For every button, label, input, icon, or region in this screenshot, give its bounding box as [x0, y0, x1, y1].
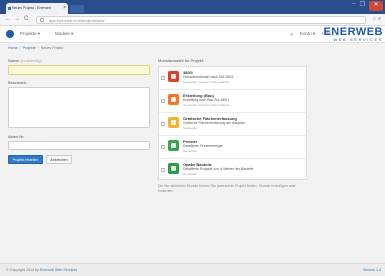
breadcrumb-home[interactable]: Home: [8, 46, 18, 50]
maximize-button[interactable]: ❐: [360, 1, 365, 11]
module-checkbox[interactable]: [161, 76, 165, 80]
footer-copyright: © Copyright 2014 by Enerweb Web Services: [6, 268, 78, 272]
file-number-label: Akten Nr.: [8, 134, 25, 139]
settings-icon[interactable]: ⚙: [290, 32, 294, 37]
window-icon: [168, 140, 179, 151]
footer-version[interactable]: Version 1.4: [363, 268, 381, 272]
brand-logo: ENERWEB WEB SERVICES: [323, 26, 383, 43]
breadcrumb-current: Neues Projekt: [40, 46, 64, 50]
modules-title: Modulauswahl für Projekt:: [158, 58, 205, 63]
breadcrumb-projects[interactable]: Projekte: [23, 46, 36, 50]
reload-icon[interactable]: C: [24, 16, 28, 22]
name-label: Name: (notwendig): [8, 58, 42, 63]
module-checkbox[interactable]: [161, 122, 165, 126]
description-label: Beschrieb:: [8, 80, 27, 85]
footer-company-link[interactable]: Enerweb Web Services: [40, 268, 77, 272]
footer: © Copyright 2014 by Enerweb Web Services…: [0, 263, 385, 276]
lock-icon: [40, 18, 44, 22]
module-item[interactable]: Grafische Flächenerfassung Grafische Flä…: [159, 113, 306, 136]
close-window-button[interactable]: ✕: [369, 1, 383, 11]
url-text: app.enerweb.ch/#/projects/new: [49, 18, 105, 23]
back-icon[interactable]: ←: [5, 16, 11, 22]
url-field[interactable]: app.enerweb.ch/#/projects/new: [36, 16, 366, 24]
browser-tab-bar: Neues Projekt - Enerweb × – ❐ ✕: [0, 0, 385, 14]
minimize-button[interactable]: –: [352, 1, 355, 11]
forward-icon[interactable]: →: [14, 16, 20, 22]
module-checkbox[interactable]: [161, 145, 165, 149]
window-controls: – ❐ ✕: [352, 1, 383, 11]
description-textarea[interactable]: [8, 87, 150, 128]
menu-projects[interactable]: Projekte ▾: [20, 31, 40, 37]
modules-note: Die hier aktivierten Module können Sie j…: [158, 184, 296, 193]
menu-account[interactable]: Konto ▾: [300, 31, 315, 37]
favicon-icon: [8, 7, 11, 10]
brand-name: ENERWEB: [323, 26, 383, 38]
cancel-button[interactable]: Abbrechen: [46, 155, 72, 164]
menu-modules[interactable]: Module ▾: [55, 31, 73, 37]
module-item[interactable]: 380/1 Heizwärmebedarf nach SIA 380/1 Gem…: [159, 67, 306, 90]
new-tab-button[interactable]: [70, 5, 84, 13]
house-icon: [168, 71, 179, 82]
building-icon: [168, 94, 179, 105]
bookmark-star-icon[interactable]: ☆ ≡: [372, 16, 381, 22]
module-checkbox[interactable]: [161, 168, 165, 172]
tab-title: Neues Projekt - Enerweb: [12, 6, 51, 10]
modules-panel: 380/1 Heizwärmebedarf nach SIA 380/1 Gem…: [158, 66, 307, 180]
floorplan-icon: [168, 117, 179, 128]
module-checkbox[interactable]: [161, 99, 165, 103]
app-logo-icon[interactable]: [6, 30, 14, 38]
tab-close-icon[interactable]: ×: [63, 3, 66, 14]
module-item[interactable]: Fenster Detaillierte Fensterenergie Geme…: [159, 136, 306, 159]
create-project-button[interactable]: Projekt erstellen: [8, 155, 43, 164]
module-item[interactable]: Opake Bauteile Detaillierte Eingabe von …: [159, 159, 306, 182]
browser-tab[interactable]: Neues Projekt - Enerweb ×: [6, 3, 68, 14]
wall-icon: [168, 163, 179, 174]
name-input[interactable]: [8, 65, 150, 75]
address-bar: ← → C app.enerweb.ch/#/projects/new ☆ ≡: [0, 14, 385, 26]
file-number-input[interactable]: [8, 141, 150, 150]
breadcrumb: Home / Projekte / Neues Projekt: [8, 46, 64, 50]
app-header: Projekte ▾ Module ▾ ⚙ Konto ▾ Hilfe ENER…: [0, 26, 385, 43]
module-item[interactable]: Erstellung (Bau) Erstellung nach Bau SIA…: [159, 90, 306, 113]
